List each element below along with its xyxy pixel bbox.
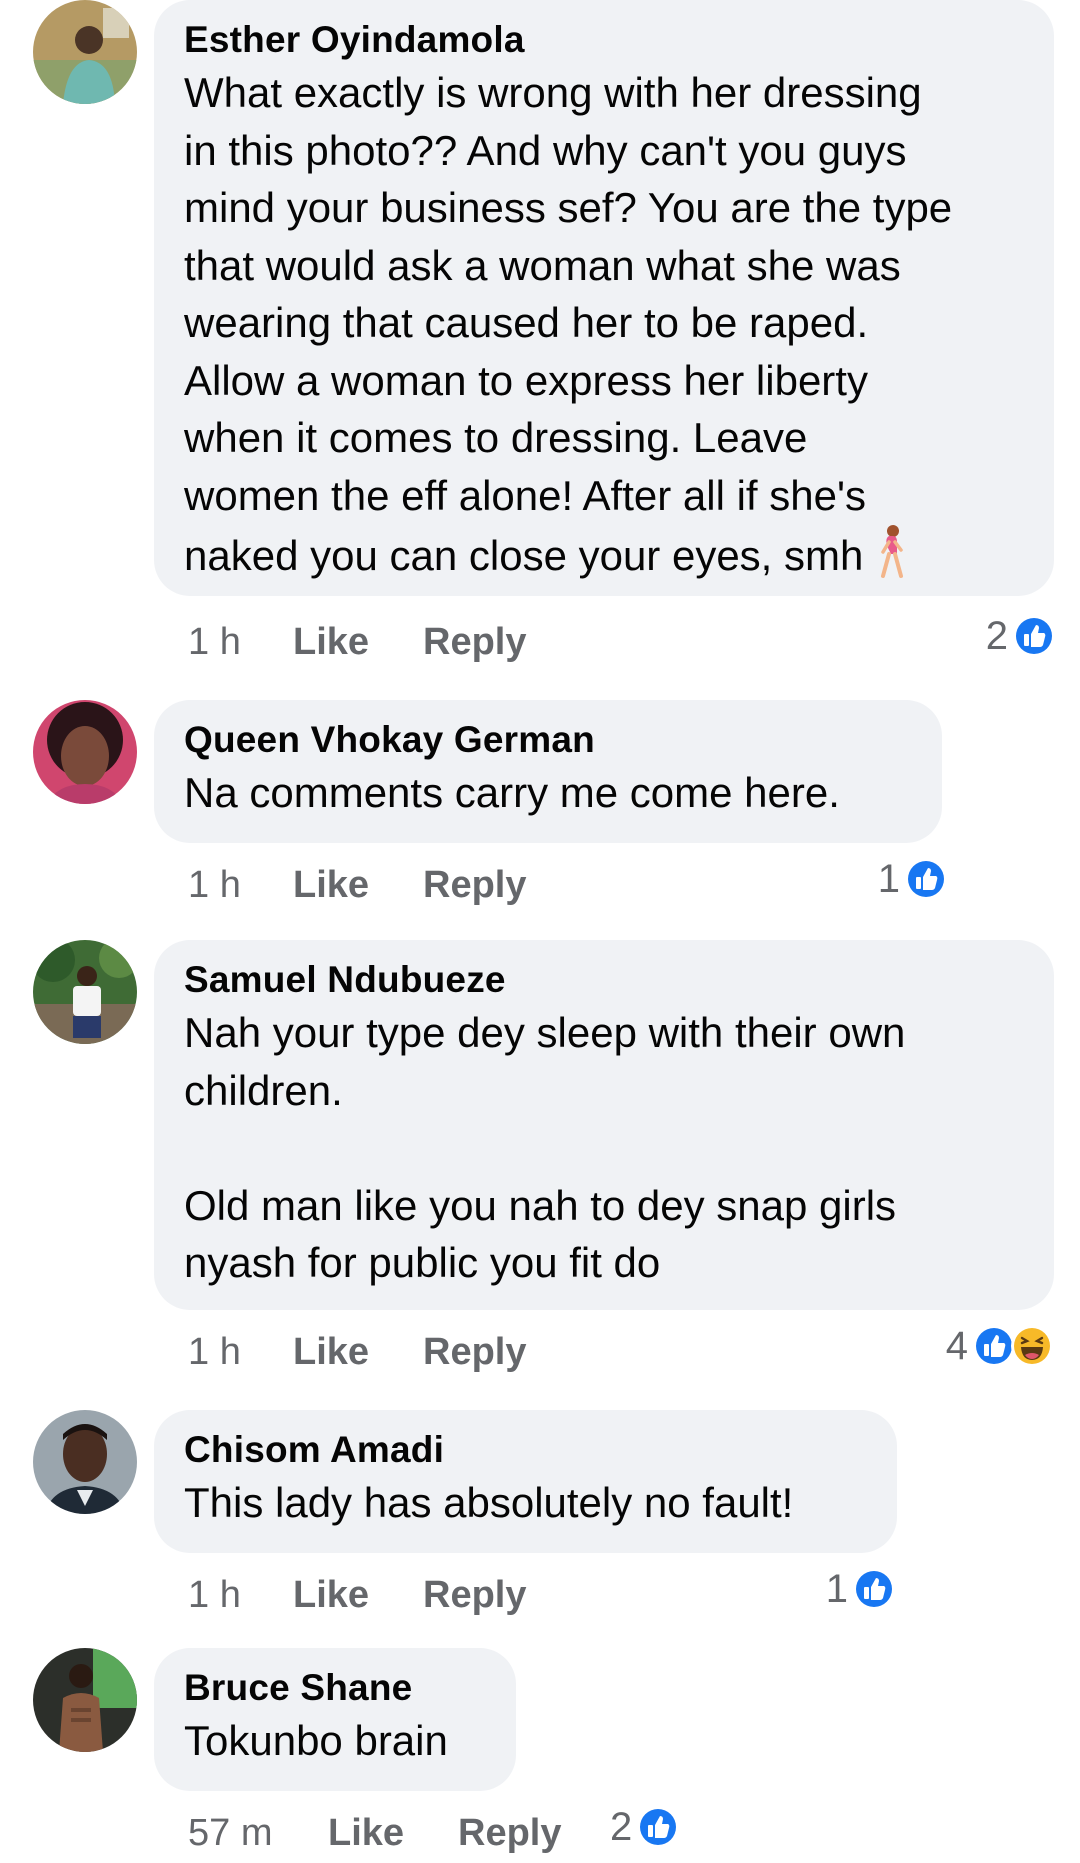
like-button[interactable]: Like [293, 855, 369, 915]
reaction-count: 1 [825, 1567, 848, 1611]
reply-button[interactable]: Reply [423, 855, 526, 915]
commenter-name[interactable]: Bruce Shane [184, 1664, 486, 1712]
timestamp[interactable]: 57 m [188, 1803, 272, 1863]
avatar[interactable] [33, 1410, 137, 1514]
reaction-summary[interactable]: 1 [826, 1559, 896, 1619]
reply-button[interactable]: Reply [423, 612, 526, 672]
comment-text: Na comments carry me come here. [184, 769, 840, 816]
comment-bubble: Queen Vhokay German Na comments carry me… [154, 700, 942, 843]
like-icon [905, 858, 947, 900]
commenter-name[interactable]: Samuel Ndubueze [184, 956, 1024, 1004]
timestamp[interactable]: 1 h [188, 612, 241, 672]
comment-bubble: Bruce Shane Tokunbo brain [154, 1648, 516, 1791]
reaction-summary[interactable]: 1 [878, 849, 948, 909]
timestamp[interactable]: 1 h [188, 855, 241, 915]
laugh-icon [1011, 1325, 1053, 1367]
reaction-count: 2 [985, 614, 1008, 658]
person-walking-icon [881, 525, 904, 578]
commenter-name[interactable]: Queen Vhokay German [184, 716, 912, 764]
reply-button[interactable]: Reply [423, 1322, 526, 1382]
reaction-summary[interactable]: 4 [946, 1316, 1054, 1376]
comment-text: Nah your type dey sleep with their own c… [184, 1009, 906, 1286]
reaction-summary[interactable]: 2 [610, 1797, 680, 1857]
like-icon [1013, 615, 1055, 657]
reaction-count: 4 [945, 1324, 968, 1368]
like-button[interactable]: Like [293, 1565, 369, 1625]
like-button[interactable]: Like [293, 1322, 369, 1382]
comment-text: This lady has absolutely no fault! [184, 1479, 794, 1526]
commenter-name[interactable]: Chisom Amadi [184, 1426, 867, 1474]
comment-bubble: Chisom Amadi This lady has absolutely no… [154, 1410, 897, 1553]
timestamp[interactable]: 1 h [188, 1565, 241, 1625]
comment-text: What exactly is wrong with her dressing … [184, 69, 953, 579]
avatar[interactable] [33, 1648, 137, 1752]
reaction-count: 2 [610, 1805, 633, 1849]
reaction-summary[interactable]: 2 [986, 606, 1056, 666]
avatar[interactable] [33, 940, 137, 1044]
comment-text: Tokunbo brain [184, 1717, 448, 1764]
like-icon [637, 1806, 680, 1848]
avatar[interactable] [33, 700, 137, 804]
reply-button[interactable]: Reply [458, 1803, 561, 1863]
like-button[interactable]: Like [328, 1803, 404, 1863]
avatar[interactable] [33, 0, 137, 104]
timestamp[interactable]: 1 h [188, 1322, 241, 1382]
like-button[interactable]: Like [293, 612, 369, 672]
comment-bubble: Esther Oyindamola What exactly is wrong … [154, 0, 1054, 596]
commenter-name[interactable]: Esther Oyindamola [184, 16, 1024, 64]
like-icon [853, 1568, 895, 1610]
reply-button[interactable]: Reply [423, 1565, 526, 1625]
reaction-count: 1 [877, 857, 900, 901]
comment-bubble: Samuel Ndubueze Nah your type dey sleep … [154, 940, 1054, 1310]
